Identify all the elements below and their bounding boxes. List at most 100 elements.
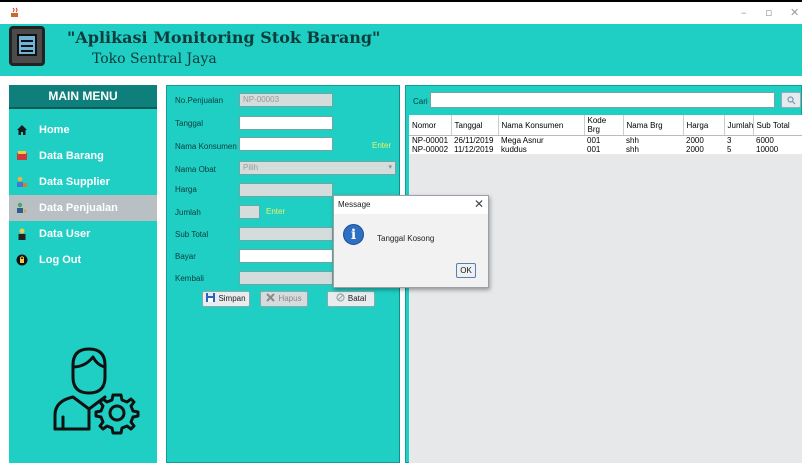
close-icon[interactable]: ✕ [474,197,484,211]
column-header[interactable]: Nomor [409,115,452,136]
nama-konsumen-field[interactable] [239,137,333,151]
nama-konsumen-label: Nama Konsumen [175,142,237,151]
tanggal-field[interactable] [239,116,333,130]
table-cell: 6000 [753,135,802,145]
bayar-label: Bayar [175,252,196,261]
chevron-down-icon: ▾ [388,164,392,171]
nama-obat-selected-value: Pilih [243,163,259,172]
column-header[interactable]: Kode Brg [584,115,624,136]
column-header[interactable]: Tanggal [451,115,499,136]
table-cell: NP-00002 [409,145,451,154]
table-cell: shh [623,145,683,154]
sales-table: Nomor Tanggal Nama Konsumen Kode Brg Nam… [409,115,802,463]
table-cell: 11/12/2019 [451,145,498,154]
column-header[interactable]: Nama Brg [623,115,684,136]
minimize-button[interactable]: – [741,6,747,19]
table-cell: 5 [724,145,753,154]
simpan-label: Simpan [218,294,246,303]
app-logo-icon [9,26,45,66]
dialog-message: Tanggal Kosong [377,234,435,243]
batal-label: Batal [347,294,367,303]
table-row[interactable]: NP-00002 11/12/2019 kuddus 001 shh 2000 … [409,145,802,154]
column-header[interactable]: Jumlah [724,115,754,136]
save-icon [206,293,216,302]
info-icon: i [343,224,364,245]
maximize-button[interactable]: ▫ [765,6,772,19]
logout-icon [16,254,28,266]
app-title: "Aplikasi Monitoring Stok Barang" [67,28,381,47]
search-button[interactable] [781,92,801,108]
java-app-icon [11,7,18,17]
batal-button[interactable]: Batal [327,291,375,307]
header-divider [0,76,802,82]
tanggal-label: Tanggal [175,119,204,128]
bayar-field[interactable] [239,249,333,263]
home-icon [17,125,27,135]
table-cell: 26/11/2019 [451,135,498,145]
message-dialog: Message ✕ i Tanggal Kosong OK [333,195,489,288]
dialog-title: Message [338,200,371,209]
user-icon [18,228,26,240]
sidebar-item-data-barang[interactable]: Data Barang [9,143,157,169]
table-cell: 3 [724,135,753,145]
user-settings-icon [53,347,140,435]
hapus-button[interactable]: Hapus [260,291,308,307]
simpan-button[interactable]: Simpan [202,291,250,307]
box-icon [17,151,27,160]
window-titlebar: – ▫ ✕ [0,4,802,24]
sidebar-title: MAIN MENU [9,85,157,109]
table-cell: 001 [584,145,623,154]
sidebar-item-label: Home [39,124,70,136]
sidebar-item-label: Data Penjualan [39,202,118,214]
sidebar-item-data-penjualan[interactable]: Data Penjualan [9,195,157,221]
sidebar-item-label: Data Supplier [39,176,110,188]
app-header: "Aplikasi Monitoring Stok Barang" Toko S… [0,24,802,76]
nama-konsumen-enter-hint: Enter [372,141,392,150]
dialog-titlebar[interactable]: Message ✕ [334,196,488,214]
table-cell: 001 [584,135,623,145]
table-cell: shh [623,135,683,145]
table-cell: 2000 [683,135,724,145]
jumlah-enter-hint: Enter [266,207,286,216]
column-header[interactable]: Harga [683,115,725,136]
sidebar-item-data-user[interactable]: Data User [9,221,157,247]
no-penjualan-field[interactable]: NP-00003 [239,93,333,107]
sidebar-item-label: Log Out [39,254,82,266]
table-cell: NP-00001 [409,135,451,145]
table-row[interactable]: NP-00001 26/11/2019 Mega Asnur 001 shh 2… [409,135,802,145]
jumlah-field[interactable] [239,205,260,219]
column-header[interactable]: Nama Konsumen [498,115,585,136]
sales-icon [17,202,27,213]
no-penjualan-label: No.Penjualan [175,96,224,105]
kembali-field[interactable] [239,271,333,285]
column-header[interactable]: Sub Total [753,115,802,136]
table-header-row: Nomor Tanggal Nama Konsumen Kode Brg Nam… [409,115,802,136]
sidebar-item-data-supplier[interactable]: Data Supplier [9,169,157,195]
sub-total-label: Sub Total [175,230,209,239]
sidebar-item-label: Data Barang [39,150,104,162]
search-input[interactable] [430,92,775,108]
sidebar-item-label: Data User [39,228,91,240]
close-window-button[interactable]: ✕ [790,6,799,19]
harga-label: Harga [175,185,197,194]
ok-button[interactable]: OK [456,263,476,278]
nama-obat-select[interactable]: Pilih ▾ [239,161,396,175]
harga-field[interactable] [239,183,333,197]
sub-total-field[interactable] [239,227,333,241]
jumlah-label: Jumlah [175,208,201,217]
sidebar-item-log-out[interactable]: Log Out [9,247,157,273]
app-subtitle: Toko Sentral Jaya [92,51,217,67]
table-cell: 10000 [753,145,802,154]
table-cell: Mega Asnur [498,135,584,145]
nama-obat-label: Nama Obat [175,165,216,174]
table-cell: kuddus [498,145,584,154]
search-icon [786,96,795,105]
supplier-icon [17,176,27,187]
search-label: Cari [413,97,428,106]
sidebar: MAIN MENU Home Data Barang Data Supplier… [9,85,157,463]
sidebar-item-home[interactable]: Home [9,117,157,143]
table-cell: 2000 [683,145,724,154]
delete-icon [266,293,276,302]
kembali-label: Kembali [175,274,204,283]
hapus-label: Hapus [278,294,302,303]
